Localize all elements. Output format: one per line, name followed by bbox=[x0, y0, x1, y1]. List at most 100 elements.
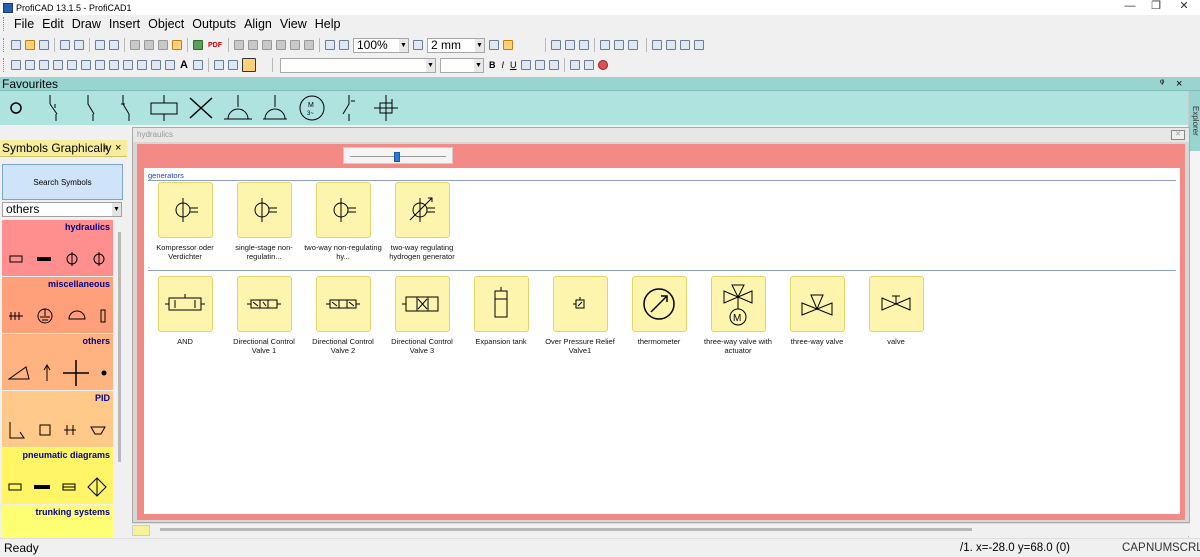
align-left-icon[interactable] bbox=[600, 40, 610, 50]
font-name-select[interactable]: ▼ bbox=[279, 57, 436, 73]
junction-icon[interactable] bbox=[227, 60, 238, 70]
fav-cross-icon[interactable] bbox=[185, 91, 217, 125]
zoom-in-icon[interactable] bbox=[339, 40, 349, 50]
menu-help[interactable]: Help bbox=[311, 15, 345, 33]
arrow-left-icon[interactable] bbox=[304, 40, 314, 50]
menu-grip[interactable] bbox=[3, 17, 6, 31]
italic-button[interactable]: I bbox=[501, 60, 504, 70]
symbol-item[interactable]: two-way non-regulating hy... bbox=[303, 182, 383, 261]
category-pneumatic-diagrams[interactable]: pneumatic diagrams bbox=[2, 448, 113, 504]
ellipse-icon[interactable] bbox=[109, 60, 119, 70]
slider-handle[interactable] bbox=[394, 152, 400, 162]
horizontal-scrollbar[interactable] bbox=[132, 523, 1190, 536]
bezier-icon[interactable] bbox=[67, 60, 77, 70]
rotate-right-icon[interactable] bbox=[248, 40, 258, 50]
text-tool-icon[interactable]: A bbox=[180, 59, 188, 71]
measure-icon[interactable] bbox=[584, 60, 595, 70]
category-miscellaneous[interactable]: miscellaneous bbox=[2, 277, 113, 333]
line-icon[interactable] bbox=[11, 60, 21, 70]
distribute-horizontal-icon[interactable] bbox=[666, 40, 676, 50]
cut-icon[interactable] bbox=[130, 40, 140, 50]
print-preview-icon[interactable] bbox=[95, 40, 105, 50]
menu-edit[interactable]: Edit bbox=[38, 15, 68, 33]
menu-align[interactable]: Align bbox=[240, 15, 276, 33]
zoom-select[interactable]: 100% ▼ bbox=[353, 37, 409, 53]
diamond-icon[interactable] bbox=[151, 60, 161, 70]
symbol-item[interactable]: Directional Control Valve 1 bbox=[224, 276, 304, 355]
snap-icon[interactable] bbox=[489, 40, 499, 50]
symbol-item[interactable]: single-stage non-regulatin... bbox=[224, 182, 304, 261]
fav-motor-icon[interactable]: M 3~ bbox=[296, 91, 328, 125]
rectangle-icon[interactable] bbox=[81, 60, 91, 70]
category-others[interactable]: others bbox=[2, 334, 113, 390]
fav-contact-icon[interactable] bbox=[333, 91, 365, 125]
align-center-icon[interactable] bbox=[614, 40, 624, 50]
underline-button[interactable]: U bbox=[510, 60, 517, 70]
menu-outputs[interactable]: Outputs bbox=[188, 15, 240, 33]
text-align-right-icon[interactable] bbox=[549, 60, 560, 70]
sheet-tab[interactable] bbox=[132, 525, 150, 536]
undo-icon[interactable] bbox=[60, 40, 70, 50]
align-top-icon[interactable] bbox=[579, 40, 589, 50]
wire-icon[interactable] bbox=[213, 60, 224, 70]
arc-icon[interactable] bbox=[53, 60, 63, 70]
curve-icon[interactable] bbox=[39, 60, 49, 70]
fav-node-icon[interactable] bbox=[0, 91, 32, 125]
symbol-item[interactable]: valve bbox=[856, 276, 936, 346]
align-middle-icon[interactable] bbox=[565, 40, 575, 50]
scroll-thumb[interactable] bbox=[118, 232, 121, 462]
font-size-select[interactable]: ▼ bbox=[439, 57, 484, 73]
category-pid[interactable]: PID bbox=[2, 391, 113, 447]
menu-object[interactable]: Object bbox=[144, 15, 188, 33]
format-painter-icon[interactable] bbox=[158, 40, 168, 50]
table-icon[interactable] bbox=[192, 60, 203, 70]
minimize-button[interactable]: — bbox=[1116, 0, 1144, 15]
circle-icon[interactable] bbox=[123, 60, 133, 70]
export-image-icon[interactable] bbox=[193, 40, 203, 50]
save-icon[interactable] bbox=[39, 40, 49, 50]
print-icon[interactable] bbox=[109, 40, 119, 50]
fav-coil-icon[interactable] bbox=[148, 91, 180, 125]
distribute-icon[interactable] bbox=[652, 40, 662, 50]
fav-relay-icon[interactable] bbox=[370, 91, 402, 125]
maximize-button[interactable]: ❐ bbox=[1142, 0, 1170, 15]
pin-icon[interactable]: ᵠ bbox=[1160, 77, 1164, 91]
new-icon[interactable] bbox=[11, 40, 21, 50]
copy-icon[interactable] bbox=[144, 40, 154, 50]
explorer-tab[interactable]: Explorer bbox=[1189, 91, 1200, 151]
symbol-item[interactable]: Directional Control Valve 2 bbox=[303, 276, 383, 355]
align-bottom-icon[interactable] bbox=[551, 40, 561, 50]
symbol-item[interactable]: two-way regulating hydrogen generator bbox=[382, 182, 462, 261]
symbol-item[interactable]: AND bbox=[145, 276, 225, 346]
fav-switch-icon[interactable] bbox=[111, 91, 143, 125]
close-icon[interactable]: ✕ bbox=[1171, 130, 1185, 140]
menu-insert[interactable]: Insert bbox=[105, 15, 144, 33]
paste-icon[interactable] bbox=[172, 40, 182, 50]
redo-icon[interactable] bbox=[74, 40, 84, 50]
magic-wand-icon[interactable] bbox=[503, 40, 513, 50]
symbol-item[interactable]: Expansion tank bbox=[461, 276, 541, 346]
zoom-slider[interactable] bbox=[343, 147, 453, 164]
category-hydraulics[interactable]: hydraulics bbox=[2, 220, 113, 276]
bold-button[interactable]: B bbox=[489, 60, 496, 70]
distribute-vertical-icon[interactable] bbox=[680, 40, 690, 50]
symbol-item[interactable]: Kompressor oder Verdichter bbox=[145, 182, 225, 261]
scroll-thumb[interactable] bbox=[160, 528, 972, 531]
same-size-icon[interactable] bbox=[694, 40, 704, 50]
zoom-out-icon[interactable] bbox=[413, 40, 423, 50]
flip-vertical-icon[interactable] bbox=[276, 40, 286, 50]
star-icon[interactable] bbox=[165, 60, 175, 70]
polygon-icon[interactable] bbox=[137, 60, 147, 70]
close-icon[interactable]: × bbox=[1176, 77, 1182, 91]
grid-size-select[interactable]: 2 mm ▼ bbox=[427, 37, 485, 53]
symbol-item[interactable]: Over Pressure Relief Valve1 bbox=[540, 276, 620, 355]
symbol-item[interactable]: Directional Control Valve 3 bbox=[382, 276, 462, 355]
fav-switch-nc-icon[interactable] bbox=[37, 91, 69, 125]
select-arrow-icon[interactable] bbox=[241, 58, 256, 72]
menu-draw[interactable]: Draw bbox=[68, 15, 105, 33]
category-scrollbar[interactable] bbox=[115, 220, 125, 538]
no-entry-icon[interactable] bbox=[598, 60, 609, 70]
fav-antenna-icon[interactable] bbox=[222, 91, 254, 125]
close-button[interactable]: ✕ bbox=[1170, 0, 1198, 15]
flip-horizontal-icon[interactable] bbox=[262, 40, 272, 50]
